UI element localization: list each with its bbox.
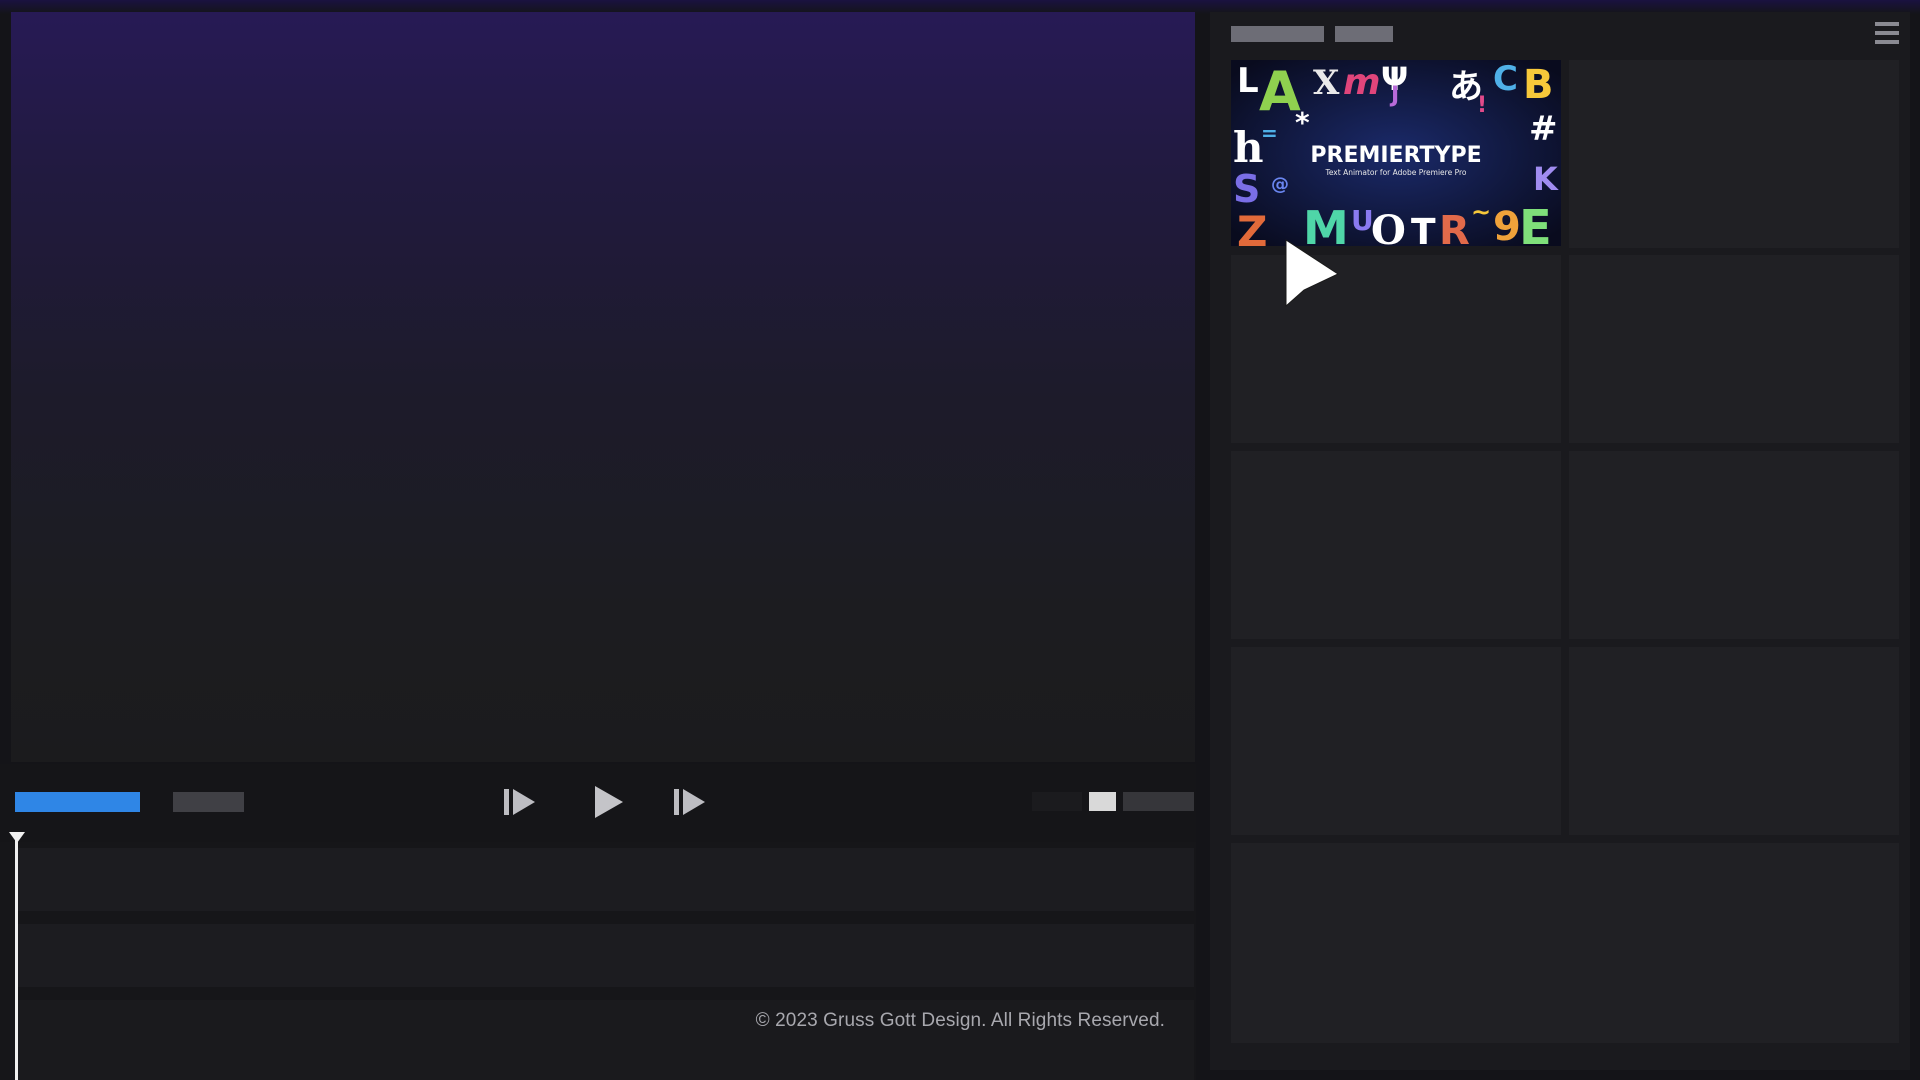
- media-grid-cell[interactable]: [1569, 60, 1899, 248]
- mouse-pointer-icon: [1285, 239, 1340, 308]
- step-back-icon: [504, 789, 535, 815]
- svg-text:X: X: [1313, 63, 1340, 103]
- play-button[interactable]: [588, 782, 628, 822]
- zoom-slider-thumb[interactable]: [1089, 792, 1116, 811]
- panel-tab[interactable]: [1335, 26, 1393, 42]
- timecode-field[interactable]: [173, 792, 244, 812]
- step-forward-button[interactable]: [669, 782, 709, 822]
- svg-text:S: S: [1233, 167, 1260, 211]
- svg-text:C: C: [1493, 60, 1518, 99]
- svg-text:E: E: [1519, 200, 1552, 246]
- svg-text:O: O: [1371, 207, 1406, 246]
- premiertype-thumbnail[interactable]: L A X m Ψ J あ C B h # S M R E K T O 9 *: [1231, 60, 1561, 246]
- svg-text:Z: Z: [1237, 207, 1267, 246]
- zoom-slider-track-right[interactable]: [1123, 792, 1194, 811]
- svg-text:J: J: [1389, 83, 1399, 108]
- editor-app: © 2023 Gruss Gott Design. All Rights Res…: [0, 0, 1920, 1080]
- thumbnail-title: PREMIERTYPE: [1310, 143, 1481, 168]
- svg-text:#: #: [1529, 109, 1558, 149]
- svg-text:K: K: [1533, 160, 1559, 198]
- media-grid-cell[interactable]: [1231, 843, 1899, 1043]
- svg-text:=: =: [1261, 121, 1278, 145]
- media-grid-cell[interactable]: [1231, 647, 1561, 835]
- media-grid-cell[interactable]: [1231, 451, 1561, 639]
- media-grid-cell[interactable]: [1569, 255, 1899, 443]
- media-grid-cell[interactable]: [1569, 647, 1899, 835]
- svg-text:L: L: [1237, 61, 1259, 101]
- playhead-handle[interactable]: [9, 832, 25, 843]
- timeline-track[interactable]: [18, 848, 1194, 911]
- svg-text:T: T: [1411, 212, 1436, 246]
- progress-bar-indicator[interactable]: [15, 792, 140, 812]
- step-back-button[interactable]: [499, 782, 539, 822]
- timeline-track[interactable]: [18, 924, 1194, 987]
- svg-text:m: m: [1343, 62, 1381, 103]
- media-grid-cell[interactable]: [1231, 255, 1561, 443]
- svg-text:~: ~: [1471, 198, 1491, 226]
- playhead-line[interactable]: [15, 840, 18, 1080]
- hamburger-menu-icon[interactable]: [1875, 22, 1899, 44]
- svg-text:h: h: [1233, 123, 1264, 172]
- panel-tab[interactable]: [1231, 26, 1324, 42]
- svg-text:B: B: [1523, 62, 1554, 108]
- copyright-text: © 2023 Gruss Gott Design. All Rights Res…: [755, 1010, 1165, 1031]
- step-forward-icon: [674, 789, 705, 815]
- svg-text:9: 9: [1493, 204, 1521, 246]
- zoom-slider-track-left[interactable]: [1032, 792, 1082, 811]
- svg-text:*: *: [1295, 106, 1310, 139]
- svg-text:R: R: [1439, 208, 1470, 246]
- svg-text:U: U: [1351, 204, 1374, 237]
- media-grid-cell[interactable]: [1569, 451, 1899, 639]
- preview-viewer[interactable]: [11, 12, 1195, 762]
- play-icon: [595, 786, 623, 818]
- svg-text:@: @: [1271, 174, 1289, 195]
- thumbnail-subtitle: Text Animator for Adobe Premiere Pro: [1325, 168, 1467, 177]
- svg-text:!: !: [1477, 93, 1487, 118]
- thumbnail-artwork: L A X m Ψ J あ C B h # S M R E K T O 9 *: [1231, 60, 1561, 246]
